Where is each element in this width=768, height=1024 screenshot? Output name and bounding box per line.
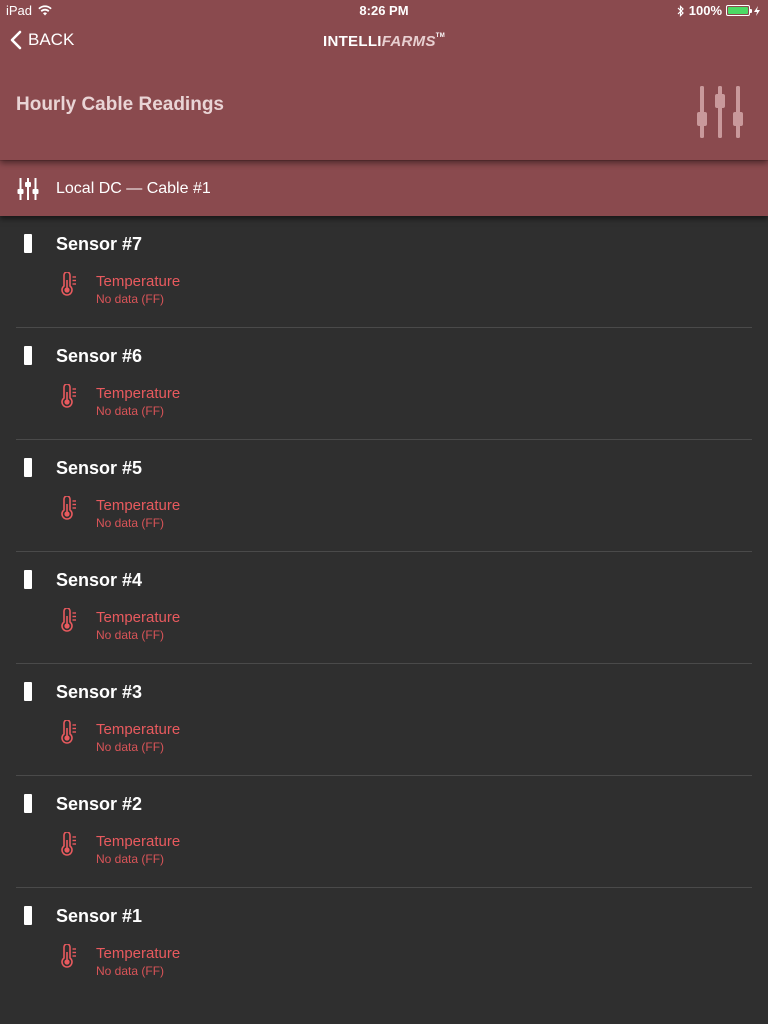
reading-value: No data (FF) bbox=[96, 628, 165, 642]
battery-level bbox=[728, 7, 748, 14]
reading-label: Temperature bbox=[96, 945, 181, 962]
sensor-name: Sensor #7 bbox=[56, 234, 143, 254]
sensor-row[interactable]: Sensor #5 Temperature No data (FF) bbox=[16, 440, 752, 552]
sensor-row[interactable]: Sensor #2 Temperature No data (FF) bbox=[16, 776, 752, 888]
page-title: Hourly Cable Readings bbox=[16, 94, 224, 115]
reading-label: Temperature bbox=[96, 833, 181, 850]
status-time: 8:26 PM bbox=[359, 3, 409, 18]
reading-label: Temperature bbox=[96, 385, 181, 402]
sensor-marker bbox=[24, 458, 32, 477]
sensor-name: Sensor #5 bbox=[56, 458, 143, 478]
filter-sliders-icon[interactable] bbox=[692, 84, 748, 140]
sensor-marker bbox=[24, 906, 32, 925]
reading-value: No data (FF) bbox=[96, 516, 165, 530]
thermometer-icon bbox=[61, 832, 76, 856]
battery-icon bbox=[726, 5, 752, 16]
cable-selector[interactable]: Local DC — Cable #1 bbox=[0, 160, 768, 216]
status-bar: iPad 8:26 PM 100% bbox=[0, 0, 768, 22]
sensor-name: Sensor #2 bbox=[56, 794, 143, 814]
filter-icon bbox=[17, 178, 39, 200]
thermometer-icon bbox=[61, 608, 76, 632]
sensor-name: Sensor #4 bbox=[56, 570, 143, 590]
thermometer-icon bbox=[61, 496, 76, 520]
sensor-marker bbox=[24, 570, 32, 589]
intellifarms-logo: INTELLIFARMSTM bbox=[0, 33, 768, 50]
thermometer-icon bbox=[61, 272, 76, 296]
sensor-row[interactable]: Sensor #4 Temperature No data (FF) bbox=[16, 552, 752, 664]
sensor-name: Sensor #1 bbox=[56, 906, 143, 926]
reading-value: No data (FF) bbox=[96, 404, 165, 418]
thermometer-icon bbox=[61, 384, 76, 408]
reading-label: Temperature bbox=[96, 721, 181, 738]
cable-label: Local DC — Cable #1 bbox=[56, 180, 211, 197]
app-header: iPad 8:26 PM 100% BACK INTELLIFARMSTM Ho… bbox=[0, 0, 768, 160]
sensor-name: Sensor #6 bbox=[56, 346, 143, 366]
reading-label: Temperature bbox=[96, 497, 181, 514]
reading-value: No data (FF) bbox=[96, 852, 165, 866]
bluetooth-icon bbox=[677, 4, 684, 17]
reading-value: No data (FF) bbox=[96, 964, 165, 978]
sensor-row[interactable]: Sensor #7 Temperature No data (FF) bbox=[16, 216, 752, 328]
thermometer-icon bbox=[61, 720, 76, 744]
sensor-row[interactable]: Sensor #3 Temperature No data (FF) bbox=[16, 664, 752, 776]
reading-value: No data (FF) bbox=[96, 292, 165, 306]
reading-label: Temperature bbox=[96, 609, 181, 626]
logo-italic: FARMS bbox=[381, 33, 436, 50]
sensor-marker bbox=[24, 234, 32, 253]
reading-value: No data (FF) bbox=[96, 740, 165, 754]
charging-icon bbox=[754, 5, 760, 16]
nav-bar: BACK INTELLIFARMSTM bbox=[0, 28, 768, 58]
sensor-marker bbox=[24, 346, 32, 365]
sensor-row[interactable]: Sensor #6 Temperature No data (FF) bbox=[16, 328, 752, 440]
reading-label: Temperature bbox=[96, 273, 181, 290]
sensor-marker bbox=[24, 794, 32, 813]
logo-tm: TM bbox=[435, 33, 446, 39]
status-right: 100% bbox=[677, 3, 760, 18]
thermometer-icon bbox=[61, 944, 76, 968]
sensor-name: Sensor #3 bbox=[56, 682, 143, 702]
logo-main: INTELLI bbox=[322, 33, 382, 50]
battery-percent: 100% bbox=[688, 3, 722, 18]
sensor-marker bbox=[24, 682, 32, 701]
sensor-row[interactable]: Sensor #1 Temperature No data (FF) bbox=[16, 888, 752, 1000]
sensor-list: Sensor #7 Temperature No data (FF) Senso… bbox=[0, 216, 768, 1000]
